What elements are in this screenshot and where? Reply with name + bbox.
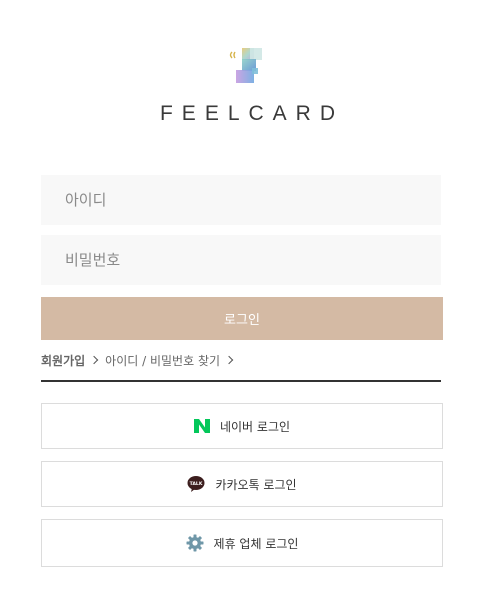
partner-login-label: 제휴 업체 로그인: [213, 536, 299, 551]
gear-icon: [186, 534, 204, 552]
naver-login-label: 네이버 로그인: [219, 419, 291, 434]
naver-login-button[interactable]: 네이버 로그인: [41, 403, 443, 449]
brand-name: FEELCARD: [159, 102, 345, 125]
kakao-login-label: 카카오톡 로그인: [215, 477, 297, 492]
password-input[interactable]: [41, 235, 441, 285]
feelcard-logo-mark: [229, 48, 262, 83]
divider: [41, 380, 441, 382]
find-account-link[interactable]: 아이디 / 비밀번호 찾기: [105, 352, 240, 369]
chevron-right-icon: [89, 355, 99, 365]
id-input[interactable]: [41, 175, 441, 225]
login-button-label: 로그인: [224, 313, 260, 328]
svg-text:TALK: TALK: [190, 481, 203, 487]
kakao-login-button[interactable]: TALK 카카오톡 로그인: [41, 461, 443, 507]
find-account-link-label: 아이디 / 비밀번호 찾기: [105, 353, 221, 368]
partner-login-button[interactable]: 제휴 업체 로그인: [41, 519, 443, 567]
brand-logo: FEELCARD: [0, 44, 495, 126]
chevron-right-icon: [224, 355, 234, 365]
naver-icon: [193, 419, 210, 433]
signup-link-label: 회원가입: [41, 353, 86, 368]
login-button[interactable]: 로그인: [41, 297, 443, 340]
signup-link[interactable]: 회원가입: [41, 352, 105, 369]
kakao-talk-icon: TALK: [187, 475, 205, 493]
account-links: 회원가입 아이디 / 비밀번호 찾기: [41, 350, 240, 370]
